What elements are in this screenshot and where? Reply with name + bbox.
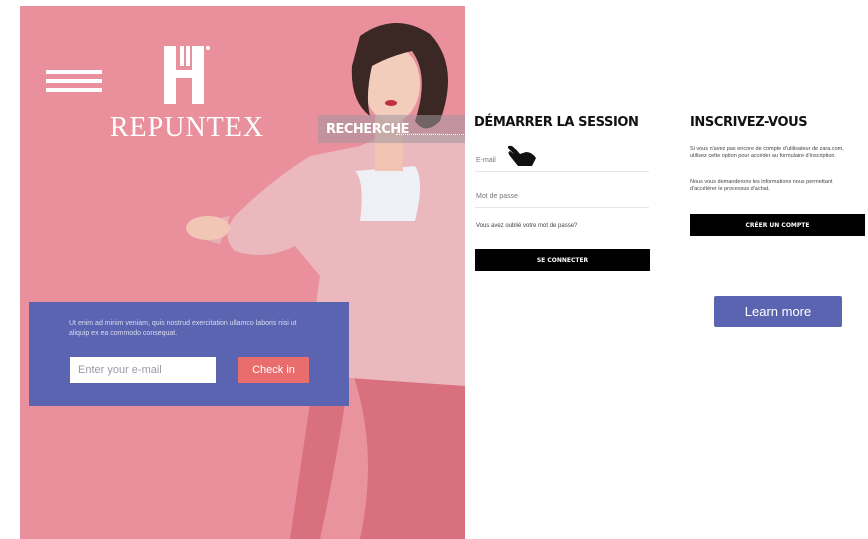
email-field-label[interactable]: E-mail	[476, 157, 496, 164]
password-field-label[interactable]: Mot de passe	[476, 193, 518, 200]
hand-pointer-icon	[507, 144, 536, 166]
sign-in-button[interactable]: SE CONNECTER	[475, 249, 650, 271]
register-title: INSCRIVEZ-VOUS	[690, 115, 808, 130]
promo-text: Ut enim ad minim veniam, quis nostrud ex…	[69, 320, 297, 337]
check-in-button[interactable]: Check in	[238, 357, 309, 383]
search-dotted-line	[396, 134, 464, 135]
learn-more-button[interactable]: Learn more	[714, 296, 842, 327]
password-field-underline	[475, 207, 649, 208]
forgot-password-link[interactable]: Vous avez oublié votre mot de passe?	[476, 223, 577, 229]
hero-banner: REPUNTEX RECHERCHE Ut enim ad minim veni…	[20, 6, 465, 539]
brand-logo[interactable]: REPUNTEX	[102, 38, 272, 148]
newsletter-email-input[interactable]	[70, 357, 216, 383]
register-description: Si vous n'avez pas encore de compte d'ut…	[690, 146, 844, 159]
search-tab[interactable]: RECHERCHE	[318, 115, 465, 143]
brand-name: REPUNTEX	[109, 112, 265, 143]
brand-logo-icon	[164, 46, 210, 104]
login-title: DÉMARRER LA SESSION	[474, 115, 639, 130]
email-field-underline	[475, 171, 649, 172]
create-account-button[interactable]: CRÉER UN COMPTE	[690, 214, 865, 236]
newsletter-promo: Ut enim ad minim veniam, quis nostrud ex…	[29, 302, 349, 406]
register-note: Nous vous demanderons les informations n…	[690, 179, 833, 192]
hamburger-menu-icon[interactable]	[46, 70, 102, 94]
